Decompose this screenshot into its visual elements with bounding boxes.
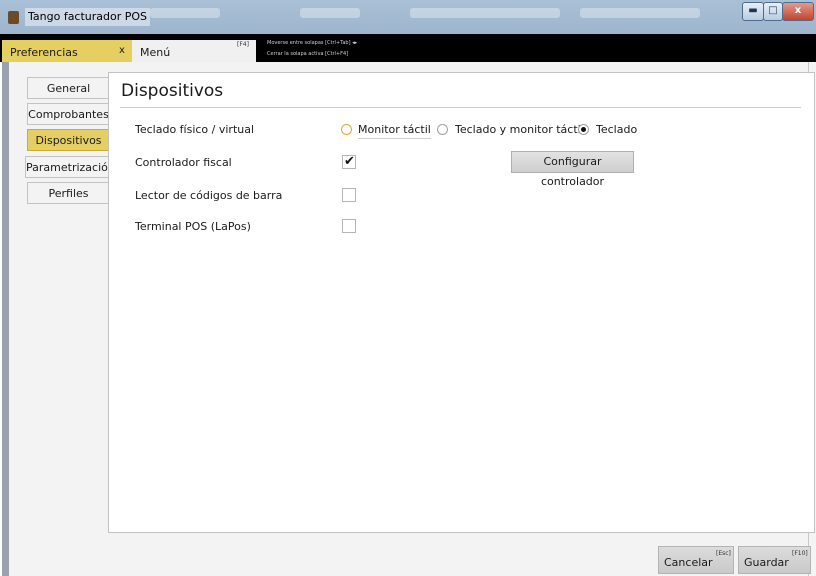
cancel-button[interactable]: Cancelar [Esc] (658, 546, 734, 574)
radio-teclado-y-monitor[interactable] (437, 124, 448, 135)
cancel-button-label: Cancelar (664, 556, 713, 569)
minimize-icon[interactable]: ▬ (742, 2, 764, 21)
tab-preferencias[interactable]: Preferencias x (2, 40, 132, 62)
app-icon (8, 11, 19, 24)
maximize-icon[interactable]: □ (763, 2, 783, 21)
tab-menu-shortcut: [F4] (237, 41, 249, 48)
save-button[interactable]: Guardar [F10] (738, 546, 811, 574)
hint-close-tab: Cerrar la solapa activa [Ctrl+F4] (267, 51, 349, 57)
configurar-controlador-button[interactable]: Configurar controlador (511, 151, 634, 188)
window-title: Tango facturador POS (25, 8, 151, 26)
terminal-pos-checkbox[interactable] (342, 219, 356, 233)
controlador-fiscal-label: Controlador fiscal (135, 156, 232, 169)
tab-menu[interactable]: Menú [F4] (132, 40, 256, 62)
save-shortcut: [F10] (792, 550, 808, 557)
tab-preferencias-label: Preferencias (10, 46, 78, 59)
titlebar-decoration (410, 8, 560, 18)
sidebar-item-dispositivos[interactable]: Dispositivos (27, 129, 109, 151)
radio-monitor-tactil[interactable] (341, 124, 352, 135)
close-icon[interactable]: x (782, 2, 814, 21)
radio-teclado-label[interactable]: Teclado (596, 123, 637, 136)
terminal-pos-label: Terminal POS (LaPos) (135, 220, 251, 233)
save-button-label: Guardar (744, 556, 789, 569)
titlebar-decoration (150, 8, 220, 18)
sidebar-item-comprobantes[interactable]: Comprobantes (27, 103, 109, 125)
lector-codigos-label: Lector de códigos de barra (135, 189, 283, 202)
tab-menu-label: Menú (140, 46, 171, 59)
hint-switch-tabs: Moverse entre solapas [Ctrl+Tab] ◂▸ (267, 40, 358, 46)
titlebar-decoration (300, 8, 360, 18)
radio-monitor-tactil-label[interactable]: Monitor táctil (358, 123, 431, 139)
window-controls: ▬ □ x (742, 2, 814, 21)
teclado-label: Teclado físico / virtual (135, 123, 255, 136)
page-title: Dispositivos (121, 81, 224, 101)
title-divider (120, 107, 801, 108)
checkmark-icon: ✔ (344, 154, 355, 169)
window-left-edge (2, 62, 9, 576)
titlebar-decoration (580, 8, 700, 18)
radio-teclado[interactable] (578, 124, 589, 135)
cancel-shortcut: [Esc] (716, 550, 731, 557)
controlador-fiscal-checkbox[interactable]: ✔ (342, 154, 356, 169)
radio-teclado-y-monitor-label[interactable]: Teclado y monitor táctil (455, 123, 584, 136)
settings-panel (108, 72, 815, 533)
sidebar-item-general[interactable]: General (27, 77, 109, 99)
tab-close-button[interactable]: x (119, 45, 125, 56)
sidebar-item-parametrizacion[interactable]: Parametrización (25, 156, 115, 178)
sidebar-item-perfiles[interactable]: Perfiles (27, 182, 109, 204)
lector-codigos-checkbox[interactable] (342, 188, 356, 202)
